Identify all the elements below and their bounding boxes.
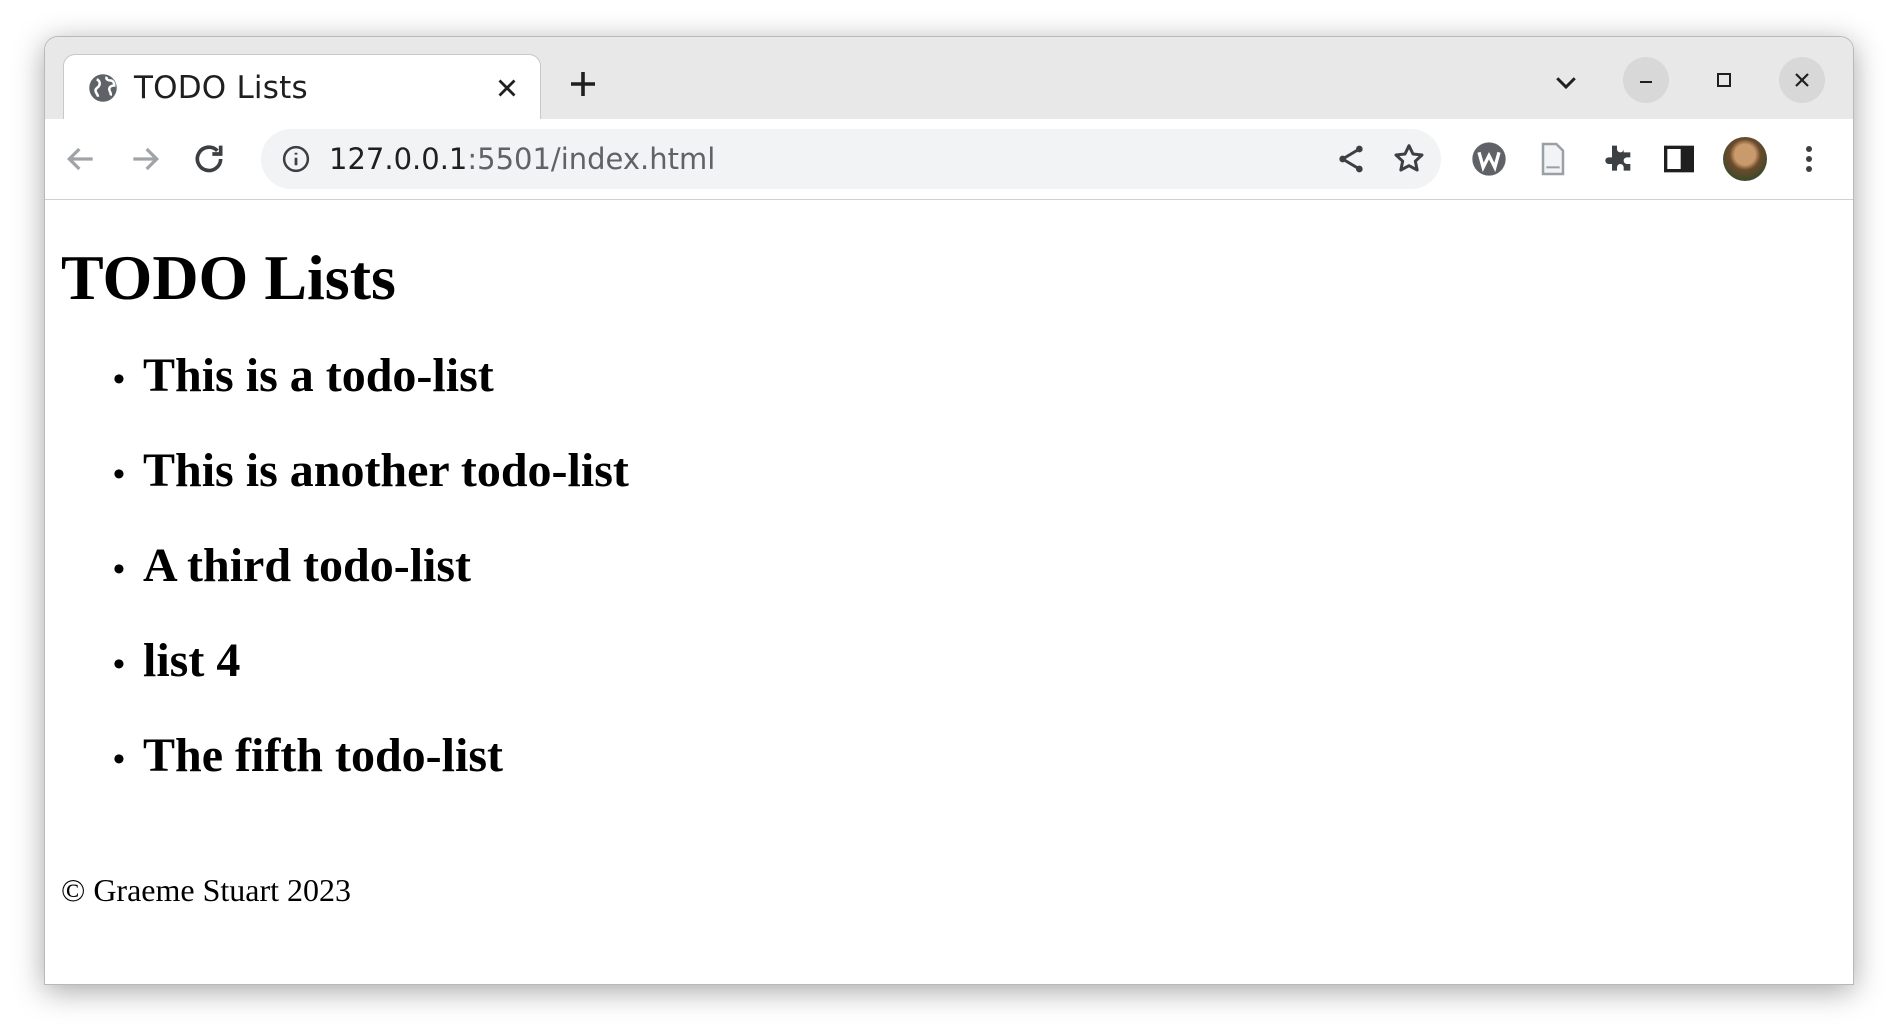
page-title: TODO Lists	[61, 242, 396, 313]
bookmark-star-icon[interactable]	[1389, 139, 1429, 179]
list-item: This is another todo-list	[113, 443, 629, 538]
address-bar[interactable]: 127.0.0.1:5501/index.html	[261, 129, 1441, 189]
new-tab-icon[interactable]	[565, 66, 601, 102]
more-menu-icon[interactable]	[1789, 139, 1829, 179]
back-arrow-icon[interactable]	[61, 139, 101, 179]
reload-icon[interactable]	[189, 139, 229, 179]
share-icon[interactable]	[1331, 139, 1371, 179]
side-panel-icon[interactable]	[1659, 139, 1699, 179]
profile-avatar[interactable]	[1723, 137, 1767, 181]
list-item: This is a todo-list	[113, 348, 629, 443]
list-item: The fifth todo-list	[113, 728, 629, 823]
url-path: :5501/index.html	[467, 142, 716, 176]
url-host: 127.0.0.1	[329, 142, 468, 176]
forward-arrow-icon[interactable]	[125, 139, 165, 179]
todo-list: This is a todo-list This is another todo…	[61, 348, 629, 823]
page-content: TODO Lists This is a todo-list This is a…	[45, 200, 1853, 984]
url-text[interactable]: 127.0.0.1:5501/index.html	[329, 141, 715, 177]
browser-window: TODO Lists 127.0.0.1:5501/index.html TOD…	[44, 36, 1854, 985]
list-item: A third todo-list	[113, 538, 629, 633]
tab-strip: TODO Lists	[45, 37, 1853, 119]
document-icon[interactable]	[1533, 139, 1573, 179]
chevron-down-icon[interactable]	[1551, 67, 1581, 97]
extensions-puzzle-icon[interactable]	[1597, 139, 1637, 179]
info-icon[interactable]	[281, 144, 311, 174]
footer-copyright: © Graeme Stuart 2023	[61, 872, 352, 908]
tab-close-icon[interactable]	[492, 73, 522, 103]
tab-title: TODO Lists	[134, 70, 308, 106]
extension-w-icon[interactable]	[1469, 139, 1509, 179]
maximize-button[interactable]	[1701, 57, 1747, 103]
browser-toolbar: 127.0.0.1:5501/index.html	[45, 119, 1853, 200]
globe-icon	[88, 73, 118, 103]
close-window-button[interactable]	[1779, 57, 1825, 103]
list-item: list 4	[113, 633, 629, 728]
tab-todo-lists[interactable]: TODO Lists	[63, 54, 541, 119]
minimize-button[interactable]	[1623, 57, 1669, 103]
